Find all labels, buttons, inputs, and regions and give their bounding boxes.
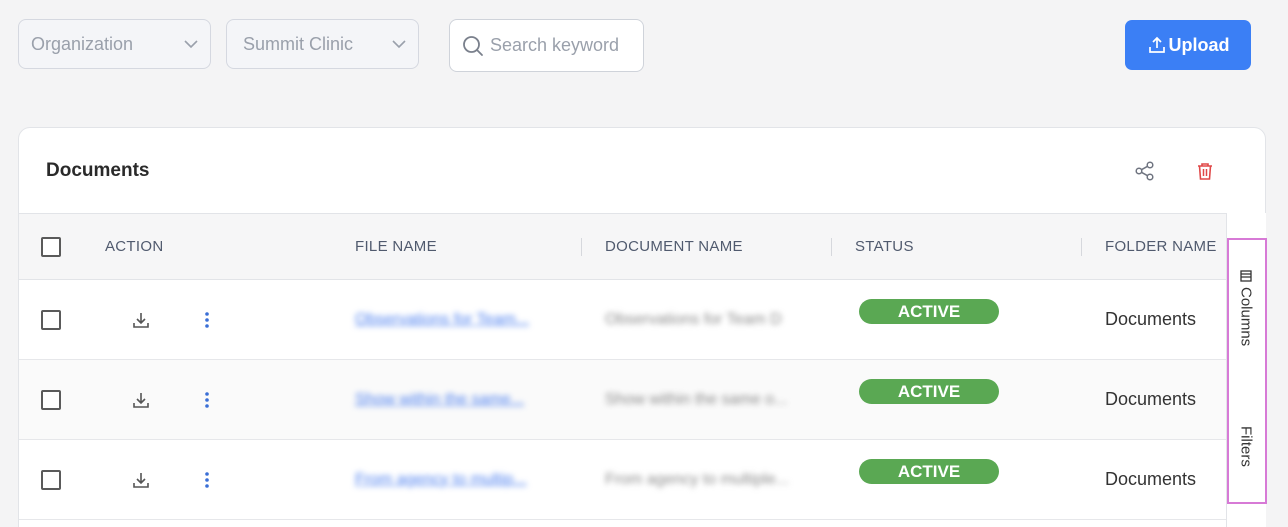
documents-panel-header: Documents [19,128,1265,214]
row-checkbox[interactable] [41,469,61,490]
file-name-link[interactable]: Show within the same... [355,391,524,409]
search-input[interactable] [490,35,630,56]
chevron-down-icon [184,40,198,49]
column-separator[interactable] [581,238,582,256]
columns-panel-toggle[interactable]: Columns [1228,270,1264,346]
folder-name: Documents [1105,469,1197,489]
chevron-down-icon [392,40,406,49]
table-row: Show within the same... Show within the … [19,360,1227,440]
document-name: Show within the same o... [605,390,788,408]
column-separator[interactable] [1081,238,1082,256]
clinic-select-label: Summit Clinic [243,33,354,54]
table-header-row: ACTION FILE NAME DOCUMENT NAME STATUS FO… [19,214,1227,280]
columns-label: Columns [1237,287,1255,347]
folder-name: Documents [1105,389,1197,409]
file-name-link[interactable]: Observations for Team... [355,311,529,329]
row-checkbox[interactable] [41,389,61,410]
document-name: From agency to multiple... [605,470,790,488]
status-badge: ACTIVE [859,299,999,324]
document-name: Observations for Team D [605,310,782,328]
table-row: From agency to multip... From agency to … [19,440,1227,520]
upload-button-label: Upload [1168,34,1230,55]
download-icon[interactable] [131,390,151,410]
file-name-link[interactable]: From agency to multip... [355,471,527,489]
status-badge: ACTIVE [859,459,999,484]
search-box[interactable] [449,19,644,72]
status-badge: ACTIVE [859,379,999,404]
header-folder-name[interactable]: FOLDER NAME [1105,214,1217,279]
documents-panel: Documents ACTION FILE NAME DOCUMENT NAME… [18,127,1266,527]
organization-select-label: Organization [31,33,134,54]
documents-table: ACTION FILE NAME DOCUMENT NAME STATUS FO… [19,214,1227,520]
panel-title: Documents [46,159,150,181]
column-separator[interactable] [831,238,832,256]
table-row: Observations for Team... Observations fo… [19,280,1227,360]
share-icon[interactable] [1134,160,1156,182]
columns-icon [1240,270,1252,282]
more-vertical-icon[interactable] [203,470,211,490]
clinic-select[interactable]: Summit Clinic [226,19,419,69]
header-status[interactable]: STATUS [855,214,914,279]
upload-button[interactable]: Upload [1125,20,1251,70]
organization-select[interactable]: Organization [18,19,211,69]
more-vertical-icon[interactable] [203,310,211,330]
more-vertical-icon[interactable] [203,390,211,410]
upload-icon [1148,36,1165,53]
download-icon[interactable] [131,470,151,490]
filters-panel-toggle[interactable]: Filters [1228,426,1264,467]
row-checkbox[interactable] [41,309,61,330]
select-all-checkbox[interactable] [41,236,61,257]
trash-icon[interactable] [1194,160,1216,182]
folder-name: Documents [1105,309,1197,329]
download-icon[interactable] [131,310,151,330]
header-action: ACTION [105,238,164,255]
search-icon [463,35,483,56]
filters-label: Filters [1237,426,1255,467]
header-document-name[interactable]: DOCUMENT NAME [605,214,743,279]
header-file-name[interactable]: FILE NAME [355,214,437,279]
